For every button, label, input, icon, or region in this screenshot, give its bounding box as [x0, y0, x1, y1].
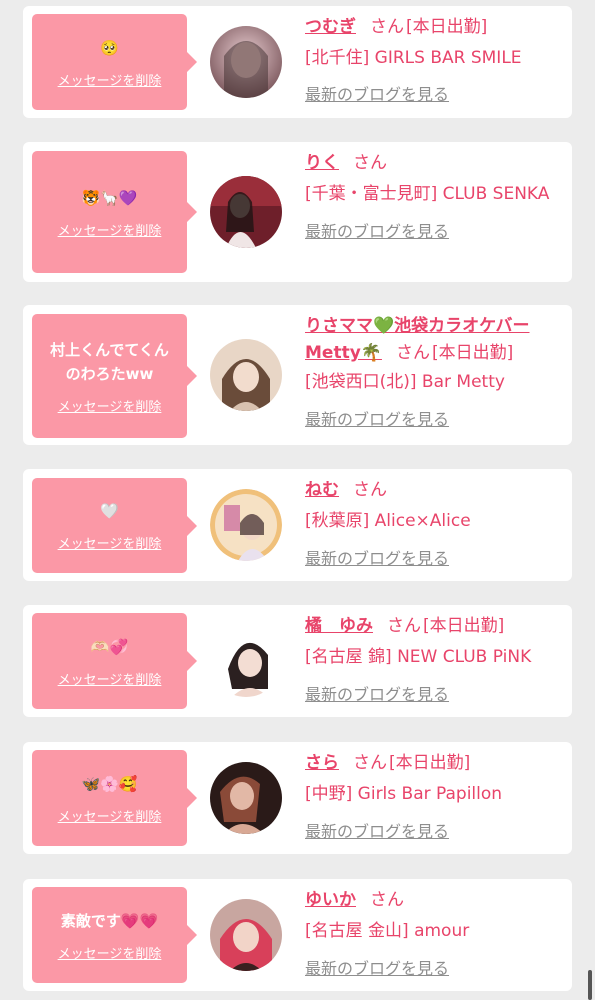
- attendance-badge: [本日出勤]: [423, 616, 505, 636]
- attendance-badge: [本日出勤]: [406, 17, 488, 37]
- scrollbar[interactable]: [588, 970, 592, 1000]
- message-text: 🤍: [100, 502, 119, 520]
- cast-info: りさママ💚池袋カラオケバーMetty🌴 さん [本日出勤] [池袋西口(北)] Ba…: [305, 313, 567, 433]
- list-item: 🥺 メッセージを削除 つむぎ さん [本日出勤] [北千住] GIRLS BAR S…: [23, 6, 572, 118]
- delete-message-link[interactable]: メッセージを削除: [58, 70, 162, 89]
- avatar[interactable]: [210, 899, 282, 971]
- list-item: 🦋🌸🥰 メッセージを削除 さら さん [本日出勤] [中野] Girls Bar P…: [23, 742, 572, 854]
- list-item: 🫶🏻💞 メッセージを削除 橘 ゆみ さん [本日出勤] [名古屋 錦] NEW CL…: [23, 605, 572, 717]
- message-bubble: 村上くんでてくん のわろたww メッセージを削除: [32, 314, 197, 438]
- honorific: さん: [353, 153, 387, 173]
- shop-name: [名古屋 錦] NEW CLUB PiNK: [305, 647, 532, 667]
- message-text: 村上くんでてくん のわろたww: [50, 340, 169, 383]
- message-bubble: 🐯🦙💜 メッセージを削除: [32, 151, 197, 273]
- shop-name: [池袋西口(北)] Bar Metty: [305, 372, 505, 392]
- delete-message-link[interactable]: メッセージを削除: [58, 396, 162, 415]
- avatar[interactable]: [210, 26, 282, 98]
- list-item: 🤍 メッセージを削除 ねむ さん [秋葉原] Alice×Alice 最新のブログ…: [23, 469, 572, 581]
- attendance-badge: [本日出勤]: [389, 753, 471, 773]
- latest-blog-link[interactable]: 最新のブログを見る: [305, 406, 567, 433]
- avatar[interactable]: [210, 625, 282, 697]
- honorific: さん: [370, 890, 404, 910]
- latest-blog-link[interactable]: 最新のブログを見る: [305, 818, 567, 845]
- attendance-badge: [本日出勤]: [431, 343, 514, 363]
- honorific: さん: [370, 17, 404, 37]
- message-bubble: 素敵です💗💗 メッセージを削除: [32, 887, 197, 983]
- shop-name: [中野] Girls Bar Papillon: [305, 784, 503, 804]
- cast-info: つむぎ さん [本日出勤] [北千住] GIRLS BAR SMILE 最新のブログ…: [305, 14, 567, 108]
- cast-name-link[interactable]: ゆいか: [305, 890, 356, 910]
- delete-message-link[interactable]: メッセージを削除: [58, 669, 162, 688]
- message-text: 🥺: [100, 38, 119, 57]
- delete-message-link[interactable]: メッセージを削除: [58, 220, 162, 239]
- list-item: 村上くんでてくん のわろたww メッセージを削除 りさママ💚池袋カラオケバーMe…: [23, 305, 572, 445]
- cast-name-link[interactable]: つむぎ: [305, 17, 356, 37]
- latest-blog-link[interactable]: 最新のブログを見る: [305, 681, 567, 708]
- cast-name-link[interactable]: りく: [305, 153, 339, 173]
- cast-info: さら さん [本日出勤] [中野] Girls Bar Papillon 最新のブロ…: [305, 750, 567, 845]
- delete-message-link[interactable]: メッセージを削除: [58, 943, 162, 962]
- honorific: さん: [353, 480, 387, 500]
- avatar[interactable]: [210, 762, 282, 834]
- latest-blog-link[interactable]: 最新のブログを見る: [305, 218, 567, 245]
- honorific: さん: [353, 753, 387, 773]
- list-item: 素敵です💗💗 メッセージを削除 ゆいか さん [名古屋 金山] amour 最新の…: [23, 879, 572, 991]
- cast-name-link[interactable]: 橘 ゆみ: [305, 616, 373, 636]
- latest-blog-link[interactable]: 最新のブログを見る: [305, 545, 567, 572]
- honorific: さん: [387, 616, 421, 636]
- message-bubble: 🦋🌸🥰 メッセージを削除: [32, 750, 197, 846]
- avatar[interactable]: [210, 339, 282, 411]
- message-text: 🦋🌸🥰: [81, 774, 138, 793]
- avatar[interactable]: [210, 176, 282, 248]
- shop-name: [千葉・富士見町] CLUB SENKA: [305, 184, 550, 204]
- shop-name: [北千住] GIRLS BAR SMILE: [305, 48, 522, 68]
- latest-blog-link[interactable]: 最新のブログを見る: [305, 955, 567, 982]
- list-item: 🐯🦙💜 メッセージを削除 りく さん [千葉・富士見町] CLUB SENKA 最…: [23, 142, 572, 282]
- cast-info: りく さん [千葉・富士見町] CLUB SENKA 最新のブログを見る: [305, 150, 567, 245]
- message-bubble: 🥺 メッセージを削除: [32, 14, 197, 110]
- message-list: 🥺 メッセージを削除 つむぎ さん [本日出勤] [北千住] GIRLS BAR S…: [0, 0, 595, 1000]
- message-bubble: 🤍 メッセージを削除: [32, 478, 197, 573]
- cast-info: ゆいか さん [名古屋 金山] amour 最新のブログを見る: [305, 887, 567, 982]
- avatar[interactable]: [210, 489, 282, 561]
- message-bubble: 🫶🏻💞 メッセージを削除: [32, 613, 197, 709]
- cast-name-link[interactable]: さら: [305, 753, 339, 773]
- cast-name-link[interactable]: ねむ: [305, 480, 339, 500]
- message-text: 🫶🏻💞: [90, 637, 129, 656]
- message-text: 素敵です💗💗: [60, 911, 159, 930]
- delete-message-link[interactable]: メッセージを削除: [58, 806, 162, 825]
- latest-blog-link[interactable]: 最新のブログを見る: [305, 81, 567, 108]
- delete-message-link[interactable]: メッセージを削除: [58, 533, 162, 552]
- shop-name: [秋葉原] Alice×Alice: [305, 511, 471, 531]
- cast-info: ねむ さん [秋葉原] Alice×Alice 最新のブログを見る: [305, 477, 567, 572]
- honorific: さん: [395, 343, 430, 363]
- shop-name: [名古屋 金山] amour: [305, 921, 470, 941]
- cast-info: 橘 ゆみ さん [本日出勤] [名古屋 錦] NEW CLUB PiNK 最新のブロ…: [305, 613, 567, 708]
- message-text: 🐯🦙💜: [81, 188, 138, 207]
